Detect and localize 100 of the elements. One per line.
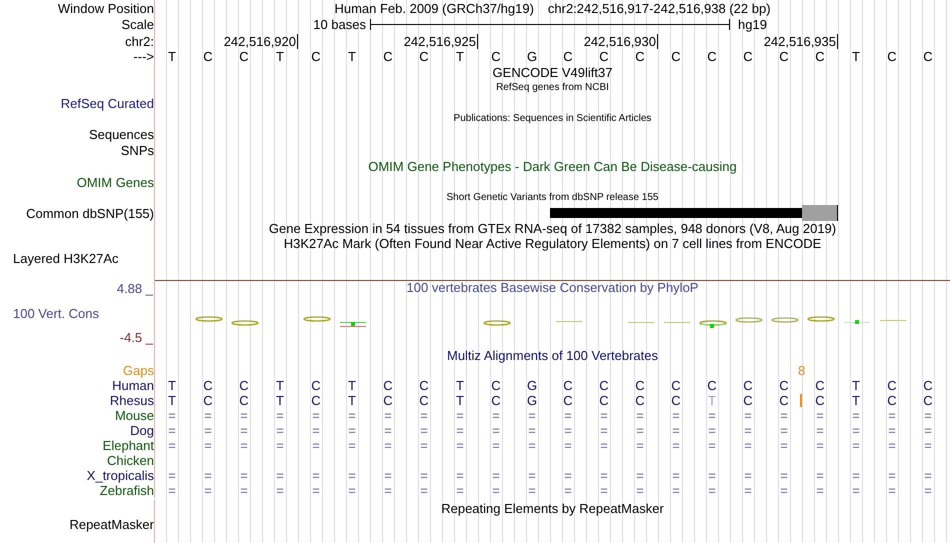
match-mark: = bbox=[456, 438, 464, 452]
species-label[interactable]: Dog bbox=[130, 423, 154, 438]
nucleotide: C bbox=[563, 378, 573, 392]
match-mark: = bbox=[348, 468, 356, 482]
match-mark: = bbox=[744, 438, 752, 452]
nucleotide: G bbox=[526, 394, 538, 408]
match-mark: = bbox=[780, 484, 788, 498]
match-mark: = bbox=[276, 484, 284, 498]
match-mark: = bbox=[924, 438, 932, 452]
ruler-tick-label: 242,516,920 bbox=[224, 34, 298, 48]
nucleotide: T bbox=[456, 50, 464, 64]
nucleotide: C bbox=[887, 50, 897, 64]
nucleotide: C bbox=[491, 50, 501, 64]
assembly-title: Human Feb. 2009 (GRCh37/hg19) bbox=[334, 0, 534, 16]
match-mark: = bbox=[888, 408, 896, 422]
match-mark: = bbox=[852, 408, 860, 422]
match-mark: = bbox=[276, 468, 284, 482]
track-title: H3K27Ac Mark (Often Found Near Active Regulatory Elements) on 7 cell lines from ENCODE bbox=[284, 236, 822, 251]
match-mark: = bbox=[744, 468, 752, 482]
nucleotide: C bbox=[671, 378, 681, 392]
nucleotide: C bbox=[815, 378, 825, 392]
species-label[interactable]: X_tropicalis bbox=[86, 468, 154, 483]
nucleotide: C bbox=[671, 394, 681, 408]
match-mark: = bbox=[888, 438, 896, 452]
species-label[interactable]: Elephant bbox=[102, 438, 154, 453]
ruler-tick-label: 242,516,935 bbox=[764, 34, 838, 48]
match-mark: = bbox=[888, 468, 896, 482]
match-mark: = bbox=[276, 424, 284, 438]
match-mark: = bbox=[492, 424, 500, 438]
track-title: Publications: Sequences in Scientific Articles bbox=[454, 113, 652, 124]
insertion-mark bbox=[800, 394, 802, 407]
match-mark: = bbox=[636, 484, 644, 498]
match-mark: = bbox=[564, 408, 572, 422]
nucleotide: C bbox=[311, 394, 321, 408]
match-mark: = bbox=[780, 424, 788, 438]
match-mark: = bbox=[456, 408, 464, 422]
match-mark: = bbox=[780, 468, 788, 482]
match-mark: = bbox=[528, 424, 536, 438]
nucleotide: C bbox=[383, 394, 393, 408]
match-mark: = bbox=[744, 424, 752, 438]
track-label[interactable]: SNPs bbox=[120, 142, 154, 158]
track-title: Repeating Elements by RepeatMasker bbox=[441, 500, 664, 516]
match-mark: = bbox=[312, 408, 320, 422]
nucleotide: C bbox=[923, 378, 933, 392]
match-mark: = bbox=[924, 484, 932, 498]
match-mark: = bbox=[564, 468, 572, 482]
track-label[interactable]: chr2: bbox=[125, 34, 154, 48]
nucleotide: C bbox=[599, 394, 609, 408]
track-label[interactable]: RepeatMasker bbox=[69, 516, 154, 532]
species-label[interactable]: Chicken bbox=[107, 453, 154, 468]
track-label[interactable]: OMIM Genes bbox=[76, 174, 154, 190]
match-mark: = bbox=[312, 468, 320, 482]
match-mark: = bbox=[600, 468, 608, 482]
nucleotide: C bbox=[383, 50, 393, 64]
match-mark: = bbox=[168, 408, 176, 422]
match-mark: = bbox=[420, 424, 428, 438]
nucleotide: C bbox=[887, 378, 897, 392]
track-title: Multiz Alignments of 100 Vertebrates bbox=[446, 348, 658, 362]
assembly-name: hg19 bbox=[737, 17, 768, 32]
nucleotide: C bbox=[743, 378, 753, 392]
match-mark: = bbox=[636, 468, 644, 482]
track-label[interactable]: 100 Vert. Cons bbox=[0, 306, 154, 320]
match-mark: = bbox=[204, 468, 212, 482]
match-mark: = bbox=[564, 438, 572, 452]
nucleotide: T bbox=[708, 394, 716, 408]
nucleotide: T bbox=[168, 50, 176, 64]
track-label[interactable]: Window Position bbox=[58, 0, 154, 16]
nucleotide: C bbox=[203, 378, 213, 392]
nucleotide: T bbox=[456, 378, 464, 392]
match-mark: = bbox=[348, 408, 356, 422]
nucleotide: G bbox=[526, 50, 538, 64]
match-mark: = bbox=[672, 468, 680, 482]
track-title: RefSeq genes from NCBI bbox=[496, 82, 609, 93]
track-label[interactable]: RefSeq Curated bbox=[60, 96, 154, 110]
match-mark: = bbox=[420, 408, 428, 422]
match-mark: = bbox=[636, 438, 644, 452]
strand-arrow[interactable]: ---> bbox=[133, 49, 154, 64]
nucleotide: C bbox=[239, 378, 249, 392]
nucleotide: G bbox=[526, 378, 538, 392]
species-label[interactable]: Rhesus bbox=[110, 393, 154, 408]
nucleotide: C bbox=[311, 378, 321, 392]
nucleotide: C bbox=[563, 50, 573, 64]
nucleotide: C bbox=[635, 378, 645, 392]
nucleotide: C bbox=[779, 378, 789, 392]
match-mark: = bbox=[492, 408, 500, 422]
nucleotide: C bbox=[887, 394, 897, 408]
match-mark: = bbox=[600, 484, 608, 498]
species-label[interactable]: Zebrafish bbox=[100, 483, 154, 498]
track-label[interactable]: Sequences bbox=[88, 126, 154, 142]
match-mark: = bbox=[816, 484, 824, 498]
track-label[interactable]: Layered H3K27Ac bbox=[13, 251, 119, 266]
species-label[interactable]: Mouse bbox=[114, 408, 154, 423]
species-label[interactable]: Human bbox=[112, 378, 154, 393]
track-label[interactable]: Common dbSNP(155) bbox=[26, 206, 154, 220]
track-label[interactable]: Scale bbox=[121, 17, 154, 32]
match-mark: = bbox=[348, 424, 356, 438]
match-mark: = bbox=[168, 438, 176, 452]
match-mark: = bbox=[528, 408, 536, 422]
match-mark: = bbox=[708, 468, 716, 482]
nucleotide: T bbox=[168, 394, 176, 408]
